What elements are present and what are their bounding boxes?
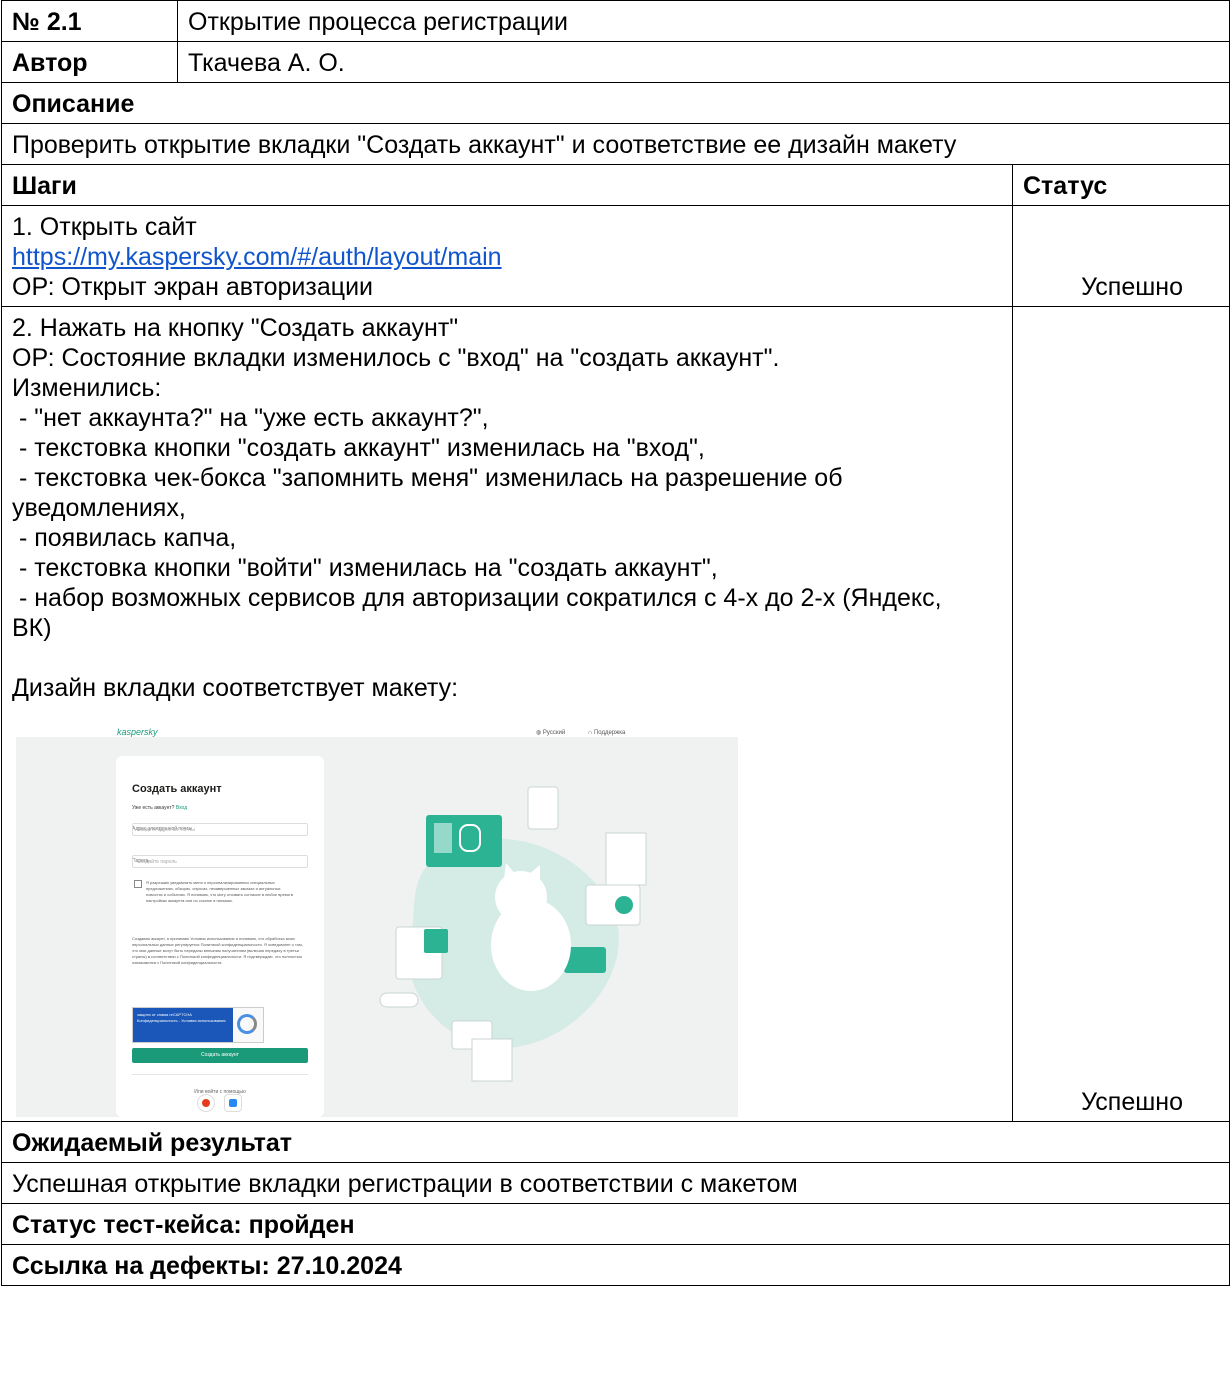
step-2-line: - текстовка кнопки "создать аккаунт" изм… [12, 434, 705, 462]
description-value: Проверить открытие вкладки "Создать акка… [0, 123, 1230, 165]
design-line: Дизайн вкладки соответствует макету: [12, 674, 459, 702]
author-value: Ткачева А. О. [176, 41, 1230, 83]
step-1-expected: ОР: Открыт экран авторизации [12, 273, 374, 301]
step-1-action: 1. Открыть сайт [12, 213, 197, 241]
steps-header: Шаги [1, 164, 1013, 206]
signup-card: Создать аккаунт Уже есть аккаунт? Вход А… [116, 756, 324, 1117]
yandex-icon [197, 1094, 215, 1112]
email-field: Введите адрес эл. почты [132, 823, 308, 836]
step-2-line: - набор возможных сервисов для авторизац… [12, 584, 949, 642]
expected-value: Успешная открытие вкладки регистрации в … [0, 1162, 1230, 1204]
legal-text: Создавая аккаунт, я принимаю Условия исп… [132, 936, 304, 965]
consent-checkbox [134, 880, 142, 888]
step-1-link[interactable]: https://my.kaspersky.com/#/auth/layout/m… [12, 243, 502, 271]
step-1-cell: 1. Открыть сайт https://my.kaspersky.com… [1, 205, 1013, 307]
recaptcha-text: защита от спама reCAPTCHA Конфиденциальн… [133, 1008, 233, 1042]
globe-icon: ◍ [536, 730, 543, 736]
cat-illustration [379, 786, 647, 1082]
case-status: Статус тест-кейса: пройден [0, 1203, 1230, 1245]
consent-text: Я разрешаю уведомлять меня о персонализи… [146, 880, 295, 903]
step-row-2: 2. Нажать на кнопку "Создать аккаунт" ОР… [1, 306, 1230, 1122]
step-2-line: Изменились: [12, 374, 162, 402]
step-2-line: - появилась капча, [12, 524, 237, 552]
or-login-with: Или войти с помощью [132, 1074, 308, 1107]
mockup-canvas: Создать аккаунт Уже есть аккаунт? Вход А… [16, 737, 738, 1117]
defects-link: Ссылка на дефекты: 27.10.2024 [0, 1244, 1230, 1286]
author-label: Автор [1, 41, 178, 83]
step-2-line: - текстовка чек-бокса "запомнить меня" и… [12, 464, 850, 522]
case-title: Открытие процесса регистрации [176, 0, 1230, 42]
step-2-line: ОР: Состояние вкладки изменилось с "вход… [12, 344, 780, 372]
mockup-header: kaspersky ◍ Русский ∩ Поддержка [16, 709, 738, 738]
step-2-cell: 2. Нажать на кнопку "Создать аккаунт" ОР… [1, 306, 1013, 1122]
step-1-status: Успешно [1011, 205, 1230, 307]
create-account-button: Создать аккаунт [132, 1048, 308, 1063]
description-label: Описание [0, 82, 1230, 124]
step-2-line: - "нет аккаунта?" на "уже есть аккаунт?"… [12, 404, 489, 432]
step-2-status: Успешно [1011, 306, 1230, 1122]
step-2-line: 2. Нажать на кнопку "Создать аккаунт" [12, 314, 459, 342]
expected-label: Ожидаемый результат [0, 1121, 1230, 1163]
password-field: Создайте пароль [132, 855, 308, 868]
test-case-table: № 2.1 Открытие процесса регистрации Авто… [0, 0, 1230, 1286]
recaptcha-widget: защита от спама reCAPTCHA Конфиденциальн… [132, 1007, 264, 1043]
design-mockup-screenshot: kaspersky ◍ Русский ∩ Поддержка Создать … [16, 709, 738, 1117]
vk-icon [224, 1094, 242, 1112]
case-number-label: № 2.1 [1, 0, 178, 42]
status-header: Статус [1011, 164, 1230, 206]
step-row-1: 1. Открыть сайт https://my.kaspersky.com… [1, 205, 1230, 307]
recaptcha-icon [237, 1014, 257, 1034]
step-2-line: - текстовка кнопки "войти" изменилась на… [12, 554, 718, 582]
